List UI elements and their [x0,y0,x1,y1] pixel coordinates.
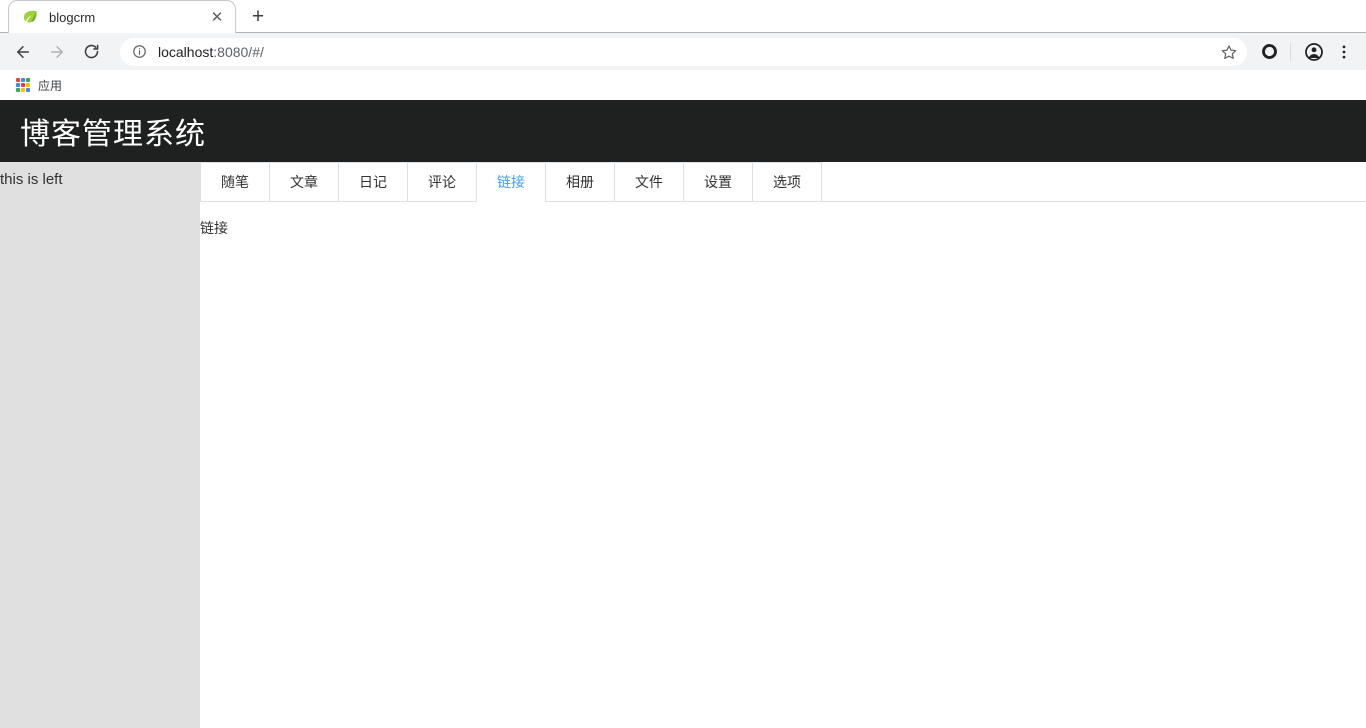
browser-menu-icon[interactable] [1330,38,1358,66]
tab-pinglun[interactable]: 评论 [408,162,477,201]
address-bar-url: localhost:8080/#/ [158,44,1217,60]
toolbar-divider [1290,42,1291,61]
profile-avatar-icon[interactable] [1300,38,1328,66]
green-leaf-icon [21,8,39,26]
app-body: this is left 随笔 文章 日记 评论 链接 相册 文件 设置 选项 … [0,162,1366,728]
tab-xiangce[interactable]: 相册 [546,162,615,201]
tab-panel-text: 链接 [200,220,228,236]
tab-lianjie[interactable]: 链接 [477,162,546,202]
new-tab-button[interactable]: + [244,2,272,30]
tab-panel-lianjie: 链接 [200,202,1366,238]
url-host: localhost [158,43,214,60]
tab-bar-filler [822,162,1366,201]
back-icon[interactable] [8,37,38,67]
browser-tab-blogcrm[interactable]: blogcrm ✕ [8,0,236,33]
tab-riji[interactable]: 日记 [339,162,408,201]
browser-toolbar: localhost:8080/#/ [0,33,1366,70]
tab-strip: blogcrm ✕ + [0,0,1366,33]
tab-wenzhang[interactable]: 文章 [270,162,339,201]
tab-bar: 随笔 文章 日记 评论 链接 相册 文件 设置 选项 [200,162,1366,202]
sidebar-text: this is left [0,171,63,188]
forward-icon[interactable] [42,37,72,67]
tab-xuanxiang[interactable]: 选项 [753,162,822,201]
main-content: 随笔 文章 日记 评论 链接 相册 文件 设置 选项 链接 [200,162,1366,728]
browser-tab-title: blogcrm [49,9,96,25]
tab-shezhi[interactable]: 设置 [684,162,753,201]
url-path: :8080/#/ [213,43,264,60]
apps-grid-icon [16,78,30,92]
reload-icon[interactable] [76,37,106,67]
app-header: 博客管理系统 [0,100,1366,162]
left-sidebar: this is left [0,162,200,728]
close-icon[interactable]: ✕ [207,7,227,27]
page-title: 博客管理系统 [20,118,206,151]
bookmark-label: 应用 [38,78,63,93]
bookmark-star-icon[interactable] [1217,40,1241,64]
tab-suibi[interactable]: 随笔 [200,162,270,201]
tab-wenjian[interactable]: 文件 [615,162,684,201]
info-circle-icon[interactable] [130,43,148,61]
bookmark-item-apps[interactable]: 应用 [10,74,68,97]
address-bar[interactable]: localhost:8080/#/ [120,37,1247,66]
browser-window: blogcrm ✕ + localhost:8080/#/ 应用 博客管理系统 … [0,0,1366,728]
page-viewport: 博客管理系统 this is left 随笔 文章 日记 评论 链接 相册 文件… [0,100,1366,728]
bookmarks-bar: 应用 [0,70,1366,100]
extension-icon[interactable] [1255,38,1283,66]
